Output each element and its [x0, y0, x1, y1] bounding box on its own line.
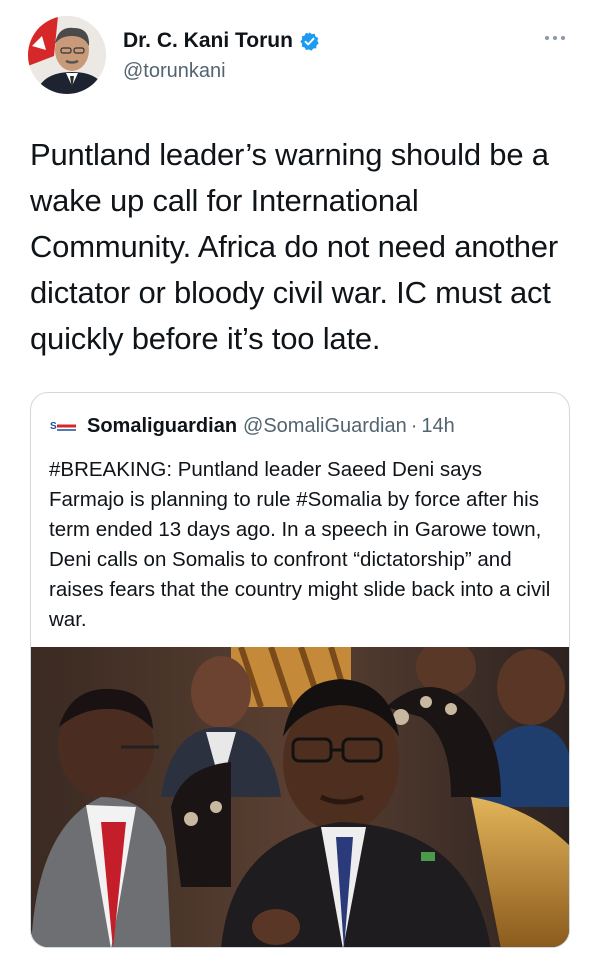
- author-handle[interactable]: @torunkani: [123, 60, 226, 83]
- separator-dot: ·: [410, 415, 418, 437]
- quoted-tweet-card[interactable]: S Somaliguardian @SomaliGuardian · 14h #…: [30, 392, 570, 948]
- author-avatar[interactable]: [28, 16, 106, 94]
- author-name-row: Dr. C. Kani Torun: [123, 29, 320, 53]
- quoted-author-handle[interactable]: @SomaliGuardian: [243, 415, 407, 438]
- verified-badge-icon: [300, 31, 319, 51]
- author-display-name[interactable]: Dr. C. Kani Torun: [123, 29, 293, 53]
- quoted-tweet-text: #BREAKING: Puntland leader Saeed Deni sa…: [49, 458, 551, 631]
- quoted-tweet-photo[interactable]: [31, 647, 569, 947]
- somaliguardian-logo-icon: S: [49, 416, 77, 437]
- tweet-text: Puntland leader’s warning should be a wa…: [30, 137, 558, 356]
- more-dots-icon[interactable]: [543, 32, 567, 44]
- quoted-timestamp[interactable]: 14h: [421, 415, 454, 438]
- svg-text:S: S: [50, 421, 57, 432]
- quoted-tweet-header: S Somaliguardian @SomaliGuardian · 14h: [49, 415, 455, 438]
- quoted-author-name[interactable]: Somaliguardian: [87, 415, 237, 438]
- tweet-header: Dr. C. Kani Torun @torunkani: [0, 0, 597, 110]
